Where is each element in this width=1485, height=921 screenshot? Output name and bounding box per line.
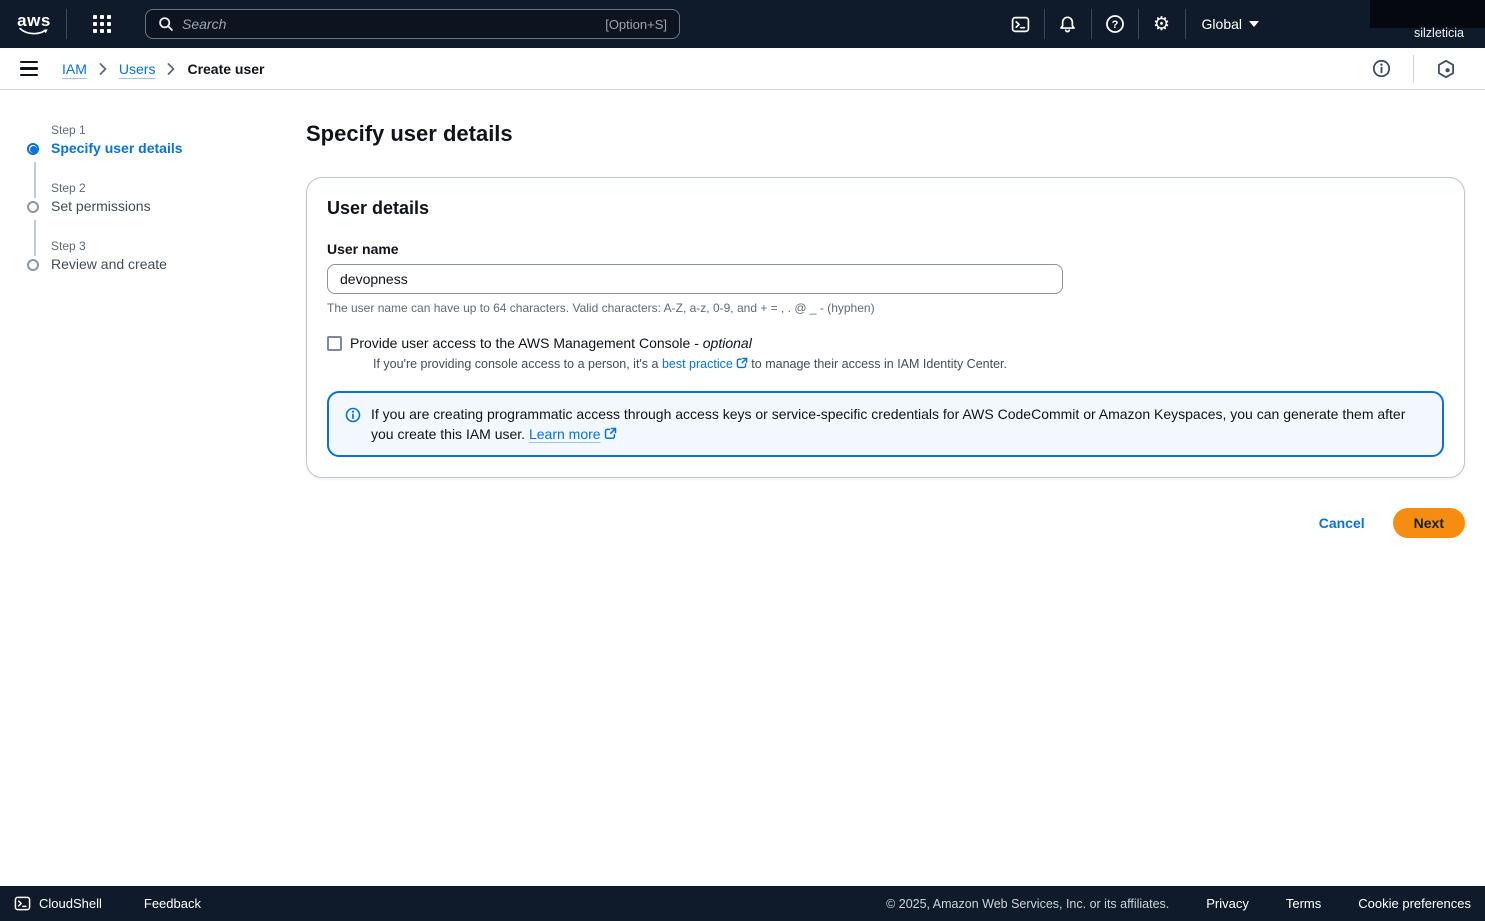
breadcrumb-link-iam[interactable]: IAM <box>62 61 87 77</box>
nav-separator <box>1044 9 1045 39</box>
breadcrumb-link-users[interactable]: Users <box>119 61 156 77</box>
breadcrumb-current-page: Create user <box>187 61 264 77</box>
info-icon <box>345 407 361 423</box>
privacy-link[interactable]: Privacy <box>1206 896 1249 911</box>
nav-separator <box>1185 9 1186 39</box>
step-1-label[interactable]: Specify user details <box>51 140 279 156</box>
programmatic-access-info-alert: If you are creating programmatic access … <box>327 391 1444 457</box>
console-access-option: Provide user access to the AWS Managemen… <box>327 335 1444 371</box>
alert-message: If you are creating programmatic access … <box>371 406 1405 442</box>
amazon-q-icon <box>1436 59 1456 79</box>
card-title: User details <box>327 198 1444 219</box>
console-access-description-post: to manage their access in IAM Identity C… <box>748 357 1007 371</box>
help-icon: ? <box>1105 14 1125 34</box>
cloudshell-terminal-icon <box>14 895 31 912</box>
feedback-button[interactable]: Feedback <box>144 896 201 911</box>
top-navigation-bar: aws [Option+S] <box>0 0 1485 48</box>
toolbar-divider <box>1413 55 1414 83</box>
console-footer: CloudShell Feedback © 2025, Amazon Web S… <box>0 886 1485 921</box>
console-access-description-pre: If you're providing console access to a … <box>373 357 662 371</box>
side-menu-toggle[interactable] <box>20 61 38 77</box>
aws-smile-icon <box>19 27 49 36</box>
aws-logo[interactable]: aws <box>14 13 54 36</box>
page-content: Step 1 Specify user details Step 2 Set p… <box>0 90 1485 886</box>
search-input[interactable] <box>182 16 605 32</box>
step-3-eyebrow: Step 3 <box>51 239 279 253</box>
breadcrumb-bar: IAM Users Create user <box>0 48 1485 90</box>
notifications-button[interactable] <box>1049 5 1087 43</box>
external-link-icon <box>604 427 617 440</box>
nav-divider <box>66 9 67 39</box>
alert-text: If you are creating programmatic access … <box>371 404 1426 444</box>
wizard-step-1[interactable]: Step 1 Specify user details <box>27 123 279 179</box>
footer-cloudshell[interactable]: CloudShell <box>14 895 102 912</box>
user-name-hint: The user name can have up to 64 characte… <box>327 301 1444 315</box>
user-name-input[interactable] <box>327 264 1063 294</box>
wizard-step-3: Step 3 Review and create <box>27 239 279 295</box>
console-access-text: Provide user access to the AWS Managemen… <box>350 335 1007 371</box>
region-label: Global <box>1202 16 1242 32</box>
global-search-bar[interactable]: [Option+S] <box>145 9 680 39</box>
app-launcher-button[interactable] <box>83 5 121 43</box>
info-icon <box>1372 59 1391 78</box>
cloudshell-button[interactable] <box>1002 5 1040 43</box>
search-shortcut-hint: [Option+S] <box>605 17 667 32</box>
nav-separator <box>1138 9 1139 39</box>
amazon-q-button[interactable] <box>1427 50 1465 88</box>
breadcrumb-bar-tools <box>1362 50 1465 88</box>
step-1-eyebrow: Step 1 <box>51 123 279 137</box>
step-1-radio-icon <box>27 143 39 155</box>
settings-button[interactable]: ⚙ <box>1143 5 1181 43</box>
search-icon <box>158 16 174 32</box>
console-access-label-text: Provide user access to the AWS Managemen… <box>350 335 703 351</box>
svg-text:?: ? <box>1111 19 1118 31</box>
external-link-icon <box>736 357 748 369</box>
app-grid-icon <box>93 15 111 33</box>
nav-separator <box>1091 9 1092 39</box>
footer-links: © 2025, Amazon Web Services, Inc. or its… <box>886 896 1471 911</box>
console-access-optional-text: optional <box>703 335 752 351</box>
cookie-preferences-link[interactable]: Cookie preferences <box>1358 896 1471 911</box>
wizard-actions: Cancel Next <box>306 508 1465 538</box>
step-2-label: Set permissions <box>51 198 279 214</box>
breadcrumb: IAM Users Create user <box>62 61 265 77</box>
chevron-down-icon <box>1249 21 1259 27</box>
terms-link[interactable]: Terms <box>1286 896 1321 911</box>
step-2-radio-icon <box>27 201 39 213</box>
cloudshell-terminal-icon <box>1011 15 1030 34</box>
cancel-button[interactable]: Cancel <box>1319 515 1365 531</box>
console-access-checkbox[interactable] <box>327 336 342 351</box>
console-access-label[interactable]: Provide user access to the AWS Managemen… <box>350 335 752 351</box>
bell-icon <box>1058 15 1077 34</box>
wizard-step-2: Step 2 Set permissions <box>27 181 279 237</box>
help-button[interactable]: ? <box>1096 5 1134 43</box>
account-username[interactable]: silzleticia <box>1414 26 1464 40</box>
nav-utility-group: ? ⚙ Global <box>1002 5 1259 43</box>
info-panel-button[interactable] <box>1362 50 1400 88</box>
step-3-radio-icon <box>27 259 39 271</box>
wizard-steps-navigation: Step 1 Specify user details Step 2 Set p… <box>0 90 279 886</box>
gear-icon: ⚙ <box>1153 15 1170 34</box>
wizard-step-content: Specify user details User details User n… <box>279 90 1485 886</box>
account-corner-shade <box>1370 0 1485 28</box>
step-3-label: Review and create <box>51 256 279 272</box>
step-2-eyebrow: Step 2 <box>51 181 279 195</box>
user-name-label: User name <box>327 241 1444 257</box>
alert-icon-box <box>345 404 361 444</box>
next-button[interactable]: Next <box>1393 508 1465 538</box>
learn-more-link[interactable]: Learn more <box>529 426 601 442</box>
console-access-description: If you're providing console access to a … <box>373 357 1007 371</box>
cloudshell-label: CloudShell <box>39 896 102 911</box>
breadcrumb-separator-icon <box>167 63 175 75</box>
best-practice-link[interactable]: best practice <box>662 357 733 371</box>
region-selector[interactable]: Global <box>1202 16 1259 32</box>
page-title: Specify user details <box>306 121 1465 147</box>
copyright-text: © 2025, Amazon Web Services, Inc. or its… <box>886 897 1169 911</box>
user-details-card: User details User name The user name can… <box>306 177 1465 478</box>
breadcrumb-separator-icon <box>99 63 107 75</box>
